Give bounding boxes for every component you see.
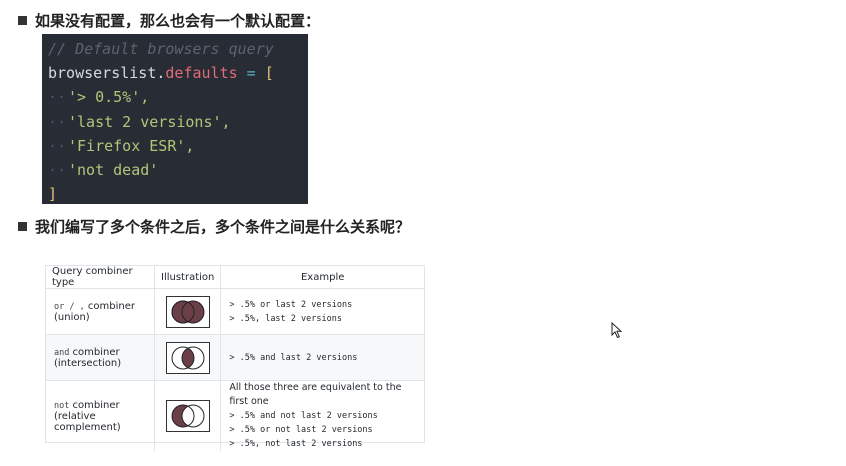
code-line: ·· '> 0.5%', [48,85,308,109]
combiner-desc: (union) [54,311,90,323]
square-bullet-icon [18,16,27,25]
combiner-word: combiner [69,346,120,358]
example-cell: All those three are equivalent to the fi… [221,381,424,452]
illustration-cell [154,288,222,335]
complement-venn-icon [165,400,210,432]
code-string: 'last 2 versions', [68,112,231,131]
table-row: and combiner (intersection) > .5% and la… [46,334,424,381]
code-string: 'not dead' [68,161,159,180]
example-cell: > .5% and last 2 versions [220,334,424,381]
example-line: > .5% and last 2 versions [229,352,358,363]
code-close-bracket: ] [48,185,58,204]
table-row: not combiner (relative complement) All t… [46,380,424,452]
indent-guide: ·· [48,136,67,155]
combiner-table: Query combiner type Illustration Example… [45,265,425,451]
code-line: ··'last 2 versions', [48,110,308,134]
example-line: > .5% or last 2 versions [229,299,353,310]
code-block: // Default browsers query browserslist. d… [42,34,308,204]
code-open-bracket: [ [264,64,274,83]
code-line: // Default browsers query [48,37,308,61]
code-line: ··'not dead' [48,158,308,182]
code-assign: = [237,64,265,83]
combiner-code: and [54,347,70,358]
mouse-cursor-icon [611,321,623,343]
code-dot: . [156,64,166,83]
combiner-type-cell: and combiner (intersection) [46,334,155,381]
section-heading-default-config: 如果没有配置，那么也会有一个默认配置： [18,10,320,31]
column-header: Example [220,266,424,289]
combiner-type-cell: not combiner (relative complement) [46,380,155,451]
code-property: defaults [165,64,238,83]
column-header: Query combiner type [46,266,155,289]
illustration-cell [154,334,222,381]
intersection-venn-icon [165,341,210,374]
column-header: Illustration [154,266,222,289]
code-object: browserslist [48,64,157,83]
table-row: or / , combiner (union) > .5% or last 2 … [46,288,424,335]
combiner-code: or / , [54,301,85,312]
combiner-word: combiner [84,300,135,312]
indent-guide: ·· [48,112,67,131]
code-string: '> 0.5%', [68,88,150,107]
example-line: > .5% or not last 2 versions [229,425,373,435]
example-line: > .5%, not last 2 versions [229,439,363,449]
heading-text: 如果没有配置，那么也会有一个默认配置： [35,12,321,30]
code-line: ] [48,182,308,204]
combiner-word: combiner [69,399,120,411]
combiner-type-cell: or / , combiner (union) [46,288,155,335]
square-bullet-icon [18,222,27,231]
example-line: > .5%, last 2 versions [229,313,342,324]
indent-guide: ·· [48,161,67,180]
combiner-desc: (intersection) [54,357,122,369]
example-line: > .5% and not last 2 versions [229,411,378,421]
example-cell: > .5% or last 2 versions > .5%, last 2 v… [220,288,424,335]
section-heading-combiners: 我们编写了多个条件之后，多个条件之间是什么关系呢？ [18,216,410,237]
heading-text: 我们编写了多个条件之后，多个条件之间是什么关系呢？ [35,218,411,236]
combiner-desc: (relative complement) [54,410,121,433]
code-line: browserslist. defaults = [ [48,61,308,85]
example-note: All those three are equivalent to the fi… [229,382,402,407]
union-venn-icon [165,295,210,328]
indent-guide: ·· [48,88,67,107]
code-comment: // Default browsers query [48,40,274,58]
code-line: ·· 'Firefox ESR', [48,134,308,158]
combiner-code: not [54,400,70,411]
illustration-cell [154,380,222,451]
code-string: 'Firefox ESR', [68,136,195,155]
table-header-row: Query combiner type Illustration Example [46,266,424,289]
